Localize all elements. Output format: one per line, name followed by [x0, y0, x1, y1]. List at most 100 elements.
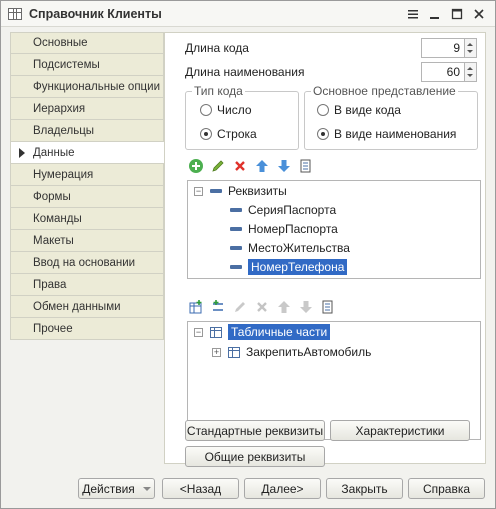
sidebar-item-input-based[interactable]: Ввод на основании	[10, 252, 164, 274]
delete-icon[interactable]	[231, 157, 249, 175]
radio-circle	[200, 128, 212, 140]
radio-label: Строка	[217, 127, 257, 141]
sort-list-icon[interactable]	[297, 157, 315, 175]
sidebar-item-functional-options[interactable]: Функциональные опции	[10, 76, 164, 98]
close-button[interactable]: Закрыть	[326, 478, 403, 499]
attribute-icon	[230, 227, 242, 231]
back-button[interactable]: <Назад	[162, 478, 239, 499]
attributes-toolbar	[187, 157, 315, 175]
sidebar-item-data-exchange[interactable]: Обмен данными	[10, 296, 164, 318]
expand-icon[interactable]: +	[212, 347, 221, 357]
sidebar-item-templates[interactable]: Макеты	[10, 230, 164, 252]
sidebar-item-label: Иерархия	[33, 102, 86, 115]
repr-code-radio[interactable]: В виде кода	[317, 103, 401, 117]
sort-list-icon[interactable]	[319, 298, 337, 316]
maximize-icon[interactable]	[449, 6, 465, 22]
sidebar-item-label: Нумерация	[33, 168, 94, 181]
attributes-tree[interactable]: − Реквизиты СерияПаспорта НомерПаспорта …	[187, 180, 481, 279]
sidebar-item-owners[interactable]: Владельцы	[10, 120, 164, 142]
window-title: Справочник Клиенты	[29, 6, 162, 21]
tabular-toolbar	[187, 298, 337, 316]
next-button[interactable]: Далее>	[244, 478, 321, 499]
sidebar-item-main[interactable]: Основные	[10, 32, 164, 54]
code-length-spinner[interactable]	[465, 38, 477, 58]
tree-node-label: НомерПаспорта	[248, 222, 338, 236]
name-length-field[interactable]: 60	[421, 62, 465, 82]
sidebar-item-numbering[interactable]: Нумерация	[10, 164, 164, 186]
characteristics-button[interactable]: Характеристики	[330, 420, 470, 441]
name-length-label: Длина наименования	[185, 65, 305, 79]
tree-node-label: Реквизиты	[228, 184, 287, 198]
move-up-disabled-icon[interactable]	[275, 298, 293, 316]
sidebar-item-rights[interactable]: Права	[10, 274, 164, 296]
sidebar-item-label: Основные	[33, 37, 88, 49]
radio-label: Число	[217, 103, 252, 117]
main-representation-title: Основное представление	[311, 84, 458, 98]
radio-label: В виде наименования	[334, 127, 457, 141]
help-button[interactable]: Справка	[408, 478, 485, 499]
tabular-part-icon	[210, 326, 222, 338]
tabular-part-icon	[228, 346, 240, 358]
sidebar-item-label: Подсистемы	[33, 58, 100, 71]
tree-item-residence[interactable]: МестоЖительства	[230, 239, 350, 257]
add-icon[interactable]	[187, 157, 205, 175]
table-icon	[8, 7, 22, 20]
sections-sidebar: Основные Подсистемы Функциональные опции…	[10, 32, 164, 342]
code-type-string-radio[interactable]: Строка	[200, 127, 257, 141]
tree-item-passport-number[interactable]: НомерПаспорта	[230, 220, 338, 238]
menu-icon[interactable]	[405, 6, 421, 22]
delete-disabled-icon[interactable]	[253, 298, 271, 316]
edit-icon[interactable]	[209, 157, 227, 175]
data-panel: Длина кода 9 Длина наименования 60 Тип к…	[164, 32, 486, 467]
radio-circle	[200, 104, 212, 116]
repr-name-radio[interactable]: В виде наименования	[317, 127, 456, 141]
radio-label: В виде кода	[334, 103, 401, 117]
collapse-icon[interactable]: −	[194, 186, 203, 196]
tree-item-assign-vehicle[interactable]: + ЗакрепитьАвтомобиль	[212, 343, 371, 361]
move-down-icon[interactable]	[275, 157, 293, 175]
attribute-icon	[230, 246, 242, 250]
catalog-window: Справочник Клиенты Основные Подсистемы Ф…	[0, 0, 496, 509]
code-length-field[interactable]: 9	[421, 38, 465, 58]
edit-disabled-icon[interactable]	[231, 298, 249, 316]
standard-attributes-button[interactable]: Стандартные реквизиты	[185, 420, 325, 441]
sidebar-item-label: Права	[33, 278, 67, 291]
add-column-icon[interactable]	[209, 298, 227, 316]
minimize-icon[interactable]	[427, 6, 443, 22]
tree-item-passport-series[interactable]: СерияПаспорта	[230, 201, 336, 219]
title-bar: Справочник Клиенты	[1, 1, 495, 27]
close-icon[interactable]	[471, 6, 487, 22]
sidebar-item-forms[interactable]: Формы	[10, 186, 164, 208]
sidebar-item-label: Функциональные опции	[33, 80, 160, 93]
sidebar-item-label: Команды	[33, 212, 82, 225]
move-up-icon[interactable]	[253, 157, 271, 175]
chevron-down-icon	[142, 486, 151, 491]
sidebar-item-data[interactable]: Данные	[10, 142, 164, 164]
tree-item-phone-number[interactable]: НомерТелефона	[230, 258, 348, 276]
collapse-icon[interactable]: −	[194, 327, 203, 337]
tree-node-label-selected: НомерТелефона	[248, 259, 348, 275]
tree-node-label: МестоЖительства	[248, 241, 350, 255]
code-type-number-radio[interactable]: Число	[200, 103, 252, 117]
attributes-icon	[210, 189, 222, 193]
sidebar-item-label: Ввод на основании	[33, 256, 136, 269]
sidebar-item-label: Владельцы	[33, 124, 95, 137]
sidebar-item-commands[interactable]: Команды	[10, 208, 164, 230]
code-type-title: Тип кода	[192, 84, 245, 98]
radio-circle	[317, 104, 329, 116]
actions-label: Действия	[82, 481, 135, 496]
sidebar-item-subsystems[interactable]: Подсистемы	[10, 54, 164, 76]
tree-root-tabular-parts[interactable]: − Табличные части	[194, 323, 331, 341]
name-length-spinner[interactable]	[465, 62, 477, 82]
move-down-disabled-icon[interactable]	[297, 298, 315, 316]
code-type-group: Тип кода Число Строка	[185, 84, 299, 150]
radio-circle	[317, 128, 329, 140]
tree-root-attributes[interactable]: − Реквизиты	[194, 182, 287, 200]
sidebar-item-label: Макеты	[33, 234, 74, 247]
selected-arrow-icon	[19, 147, 25, 158]
common-attributes-button[interactable]: Общие реквизиты	[185, 446, 325, 467]
actions-button[interactable]: Действия	[78, 478, 155, 499]
sidebar-item-hierarchy[interactable]: Иерархия	[10, 98, 164, 120]
sidebar-item-other[interactable]: Прочее	[10, 318, 164, 340]
add-table-icon[interactable]	[187, 298, 205, 316]
